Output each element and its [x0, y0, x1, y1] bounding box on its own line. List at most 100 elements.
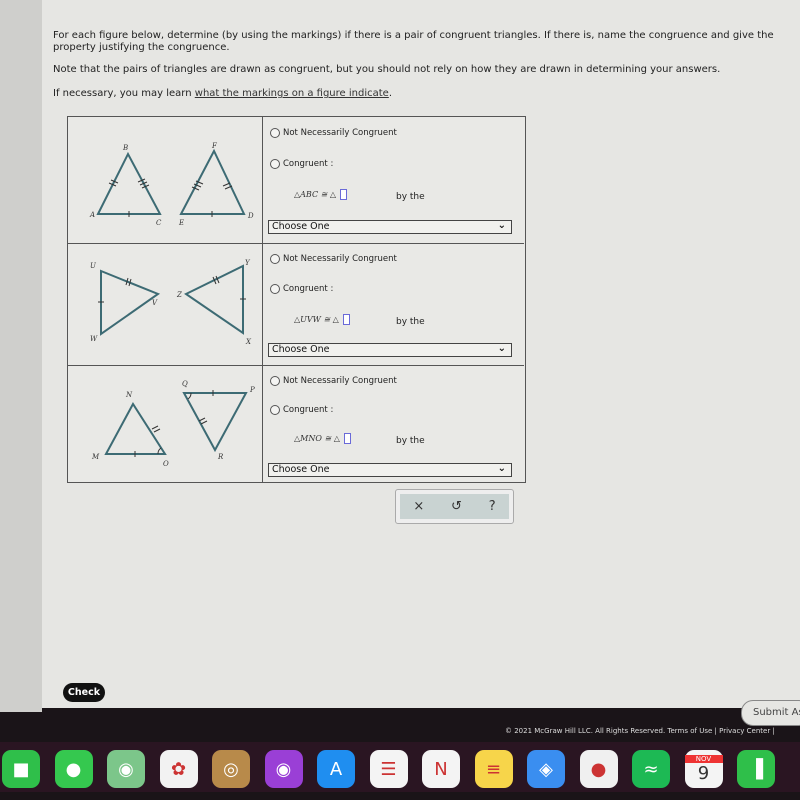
- radio-circle[interactable]: [270, 128, 280, 138]
- notes-glyph: ≡: [485, 758, 502, 780]
- congruent-radio-2[interactable]: Congruent :: [270, 284, 333, 294]
- problem-row-1: A B C D E F Not Necessarily Congruent Co…: [68, 117, 524, 244]
- instruction-note: Note that the pairs of triangles are dra…: [53, 64, 721, 75]
- vertex-label-w: W: [90, 335, 98, 343]
- triangle-name-input-3[interactable]: [343, 433, 351, 444]
- radio-label: Not Necessarily Congruent: [283, 376, 397, 386]
- by-the-label: by the: [396, 192, 425, 202]
- not-congruent-radio-1[interactable]: Not Necessarily Congruent: [270, 128, 397, 138]
- radio-circle[interactable]: [270, 254, 280, 264]
- contacts-app-icon[interactable]: ◎: [212, 750, 250, 788]
- radio-circle[interactable]: [270, 284, 280, 294]
- congruence-statement-2: △UVW ≅ △: [294, 314, 350, 325]
- vertex-label-r: R: [217, 453, 224, 461]
- macos-dock: ■ ● ◉ ✿ ◎ ◉ A ☰ N ≡ ◈ ● ≈ NOV 9 ▐: [0, 742, 800, 792]
- numbers-glyph: ▐: [749, 758, 763, 780]
- property-select-2[interactable]: Choose One ⌄: [268, 343, 512, 357]
- statement-text: △MNO ≅ △: [294, 434, 340, 443]
- news-glyph: N: [434, 758, 448, 780]
- not-congruent-radio-3[interactable]: Not Necessarily Congruent: [270, 376, 397, 386]
- submit-button[interactable]: Submit As: [741, 700, 800, 726]
- clear-icon[interactable]: ×: [413, 499, 424, 514]
- messages-app-icon[interactable]: ●: [54, 750, 93, 788]
- spotify-glyph: ≈: [643, 758, 659, 780]
- triangle-name-input-2[interactable]: [342, 314, 350, 325]
- instruction-link-line: If necessary, you may learn what the mar…: [53, 88, 798, 100]
- reminders-glyph: ☰: [380, 758, 397, 780]
- vertex-label-a: A: [89, 211, 95, 219]
- radio-label: Congruent :: [283, 405, 334, 415]
- answer-panel-1: Not Necessarily Congruent Congruent : △A…: [264, 117, 524, 243]
- facetime-app-icon[interactable]: ■: [2, 750, 40, 788]
- radio-label: Not Necessarily Congruent: [283, 128, 397, 138]
- left-margin: [0, 0, 42, 712]
- answer-panel-2: Not Necessarily Congruent Congruent : △U…: [264, 244, 524, 365]
- chevron-down-icon: ⌄: [497, 220, 506, 231]
- triangle-name-input-1[interactable]: [340, 189, 348, 200]
- vertex-label-y: Y: [245, 259, 251, 267]
- app-store-app-icon[interactable]: A: [317, 750, 355, 788]
- answer-panel-3: Not Necessarily Congruent Congruent : △M…: [264, 366, 524, 482]
- undo-icon[interactable]: ↺: [451, 499, 462, 514]
- triangle-pair-figure: M N O P Q R: [91, 380, 255, 468]
- vertex-label-n: N: [125, 391, 133, 399]
- problem-row-2: U V W X Y Z Not Necessarily Congruent Co…: [68, 244, 524, 366]
- vertex-label-e: E: [178, 219, 184, 227]
- figure-mno-pqr: M N O P Q R: [68, 366, 263, 482]
- figure-abc-def: A B C D E F: [68, 117, 263, 243]
- radio-circle[interactable]: [270, 159, 280, 169]
- chevron-down-icon: ⌄: [497, 343, 506, 354]
- vertex-label-d: D: [247, 212, 254, 220]
- congruent-radio-3[interactable]: Congruent :: [270, 405, 333, 415]
- property-select-1[interactable]: Choose One ⌄: [268, 220, 512, 234]
- vertex-label-b: B: [122, 144, 128, 152]
- congruence-statement-1: △ABC ≅ △: [294, 189, 348, 200]
- triangle-pair-figure: U V W X Y Z: [90, 259, 252, 346]
- numbers-app-icon[interactable]: ▐: [737, 750, 775, 788]
- vertex-label-x: X: [245, 338, 252, 346]
- footer-text: © 2021 McGraw Hill LLC. All Rights Reser…: [505, 727, 775, 735]
- safari-app-icon[interactable]: ◈: [527, 750, 565, 788]
- vertex-label-v: V: [152, 299, 158, 307]
- notes-app-icon[interactable]: ≡: [474, 750, 513, 788]
- markings-help-link[interactable]: what the markings on a figure indicate: [195, 88, 389, 99]
- calendar-app-icon[interactable]: NOV 9: [684, 750, 723, 788]
- vertex-label-p: P: [249, 386, 255, 394]
- toolbar-buttons: × ↺ ?: [400, 494, 509, 519]
- reminders-app-icon[interactable]: ☰: [369, 750, 408, 788]
- problem-table: A B C D E F Not Necessarily Congruent Co…: [67, 116, 526, 483]
- photos-app-icon[interactable]: ✿: [159, 750, 198, 788]
- figure-uvw-xyz: U V W X Y Z: [68, 244, 263, 365]
- calendar-month: NOV: [684, 754, 723, 763]
- maps-app-icon[interactable]: ◉: [107, 750, 145, 788]
- vertex-label-z: Z: [176, 291, 182, 299]
- chrome-app-icon[interactable]: ●: [579, 750, 618, 788]
- statement-text: △UVW ≅ △: [294, 315, 339, 324]
- news-app-icon[interactable]: N: [422, 750, 460, 788]
- calendar-glyph: 9: [697, 762, 710, 784]
- congruent-radio-1[interactable]: Congruent :: [270, 159, 333, 169]
- radio-label: Congruent :: [283, 159, 334, 169]
- vertex-label-m: M: [91, 453, 100, 461]
- not-congruent-radio-2[interactable]: Not Necessarily Congruent: [270, 254, 397, 264]
- statement-text: △ABC ≅ △: [294, 190, 337, 199]
- radio-circle[interactable]: [270, 376, 280, 386]
- chrome-glyph: ●: [590, 758, 607, 780]
- chevron-down-icon: ⌄: [497, 463, 506, 474]
- select-value: Choose One: [272, 221, 330, 232]
- instruction-text: For each figure below, determine (by usi…: [53, 30, 774, 53]
- radio-label: Congruent :: [283, 284, 334, 294]
- spotify-app-icon[interactable]: ≈: [632, 750, 670, 788]
- app-store-glyph: A: [329, 758, 343, 780]
- podcasts-app-icon[interactable]: ◉: [264, 750, 303, 788]
- answer-toolbar: × ↺ ?: [395, 489, 514, 524]
- property-select-3[interactable]: Choose One ⌄: [268, 463, 512, 477]
- vertex-label-u: U: [90, 262, 97, 270]
- contacts-glyph: ◎: [223, 758, 239, 780]
- check-button[interactable]: Check: [63, 683, 105, 702]
- help-icon[interactable]: ?: [489, 499, 496, 514]
- radio-circle[interactable]: [270, 405, 280, 415]
- vertex-label-c: C: [156, 219, 162, 227]
- select-value: Choose One: [272, 464, 330, 475]
- problem-row-3: M N O P Q R Not Necessarily Congruent Co…: [68, 366, 524, 482]
